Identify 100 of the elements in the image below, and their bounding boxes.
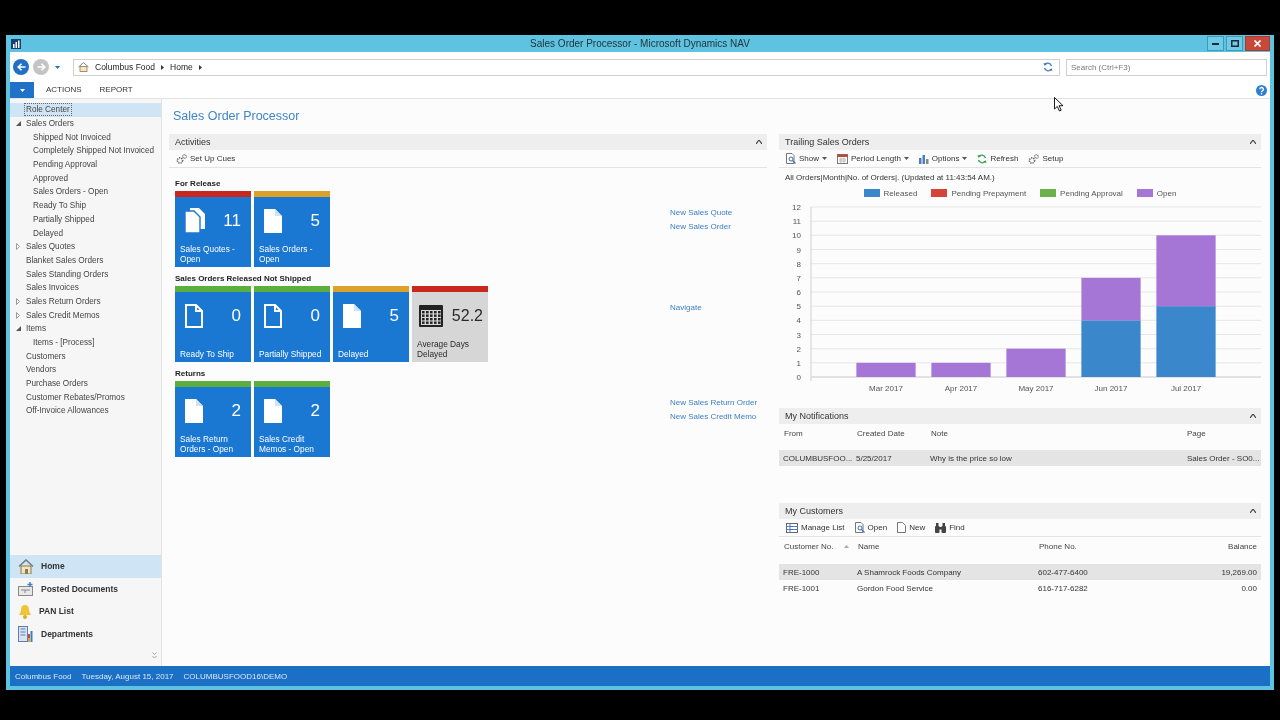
set-up-button[interactable]: Set Up Cues	[174, 153, 238, 164]
calendar-icon	[837, 153, 848, 164]
document-icon	[185, 398, 203, 423]
column-header[interactable]: Phone No.	[1039, 541, 1077, 551]
cue-tile[interactable]: 0 Ready To Ship	[175, 286, 251, 362]
maximize-button[interactable]	[1226, 36, 1243, 51]
department-item[interactable]: PAN List	[10, 600, 161, 623]
department-item[interactable]: Home	[10, 555, 161, 578]
nav-item[interactable]: Approved	[10, 171, 161, 186]
cue-tile[interactable]: 5 Sales Orders - Open	[254, 191, 330, 267]
action-link[interactable]: New Sales Quote	[670, 206, 759, 220]
cue-count: 2	[310, 400, 320, 421]
help-button[interactable]	[1256, 82, 1267, 98]
nav-item[interactable]: Customers	[10, 349, 161, 364]
nav-item[interactable]: Partially Shipped	[10, 212, 161, 227]
cue-tile[interactable]: 11 Sales Quotes - Open	[175, 191, 251, 267]
department-item[interactable]: Posted Documents	[10, 577, 161, 600]
toolbar-button[interactable]: Refresh	[975, 153, 1021, 164]
nav-item[interactable]: Sales Credit Memos	[10, 308, 161, 322]
ribbon-menu-button[interactable]	[10, 82, 34, 98]
nav-item[interactable]: Customer Rebates/Promos	[10, 390, 161, 405]
gears-icon	[176, 153, 187, 164]
nav-item[interactable]: Vendors	[10, 363, 161, 377]
nav-item[interactable]: Sales Quotes	[10, 239, 161, 254]
collapse-button[interactable]	[1250, 509, 1256, 513]
breadcrumb-link[interactable]: Home	[170, 62, 193, 72]
nav-item[interactable]: Items - [Process]	[10, 335, 161, 350]
list-icon	[786, 522, 798, 533]
nav-item[interactable]: Off-Invoice Allowances	[10, 404, 161, 418]
action-link[interactable]: New Sales Order	[670, 220, 759, 234]
action-link[interactable]: New Sales Return Order	[670, 396, 759, 410]
page-title: Sales Order Processor	[172, 108, 301, 124]
cue-tile[interactable]: 0 Partially Shipped	[254, 286, 330, 362]
history-dropdown-button[interactable]	[53, 65, 62, 69]
collapse-button[interactable]	[1250, 414, 1256, 418]
nav-item[interactable]: Purchase Orders	[10, 376, 161, 391]
refresh-button[interactable]	[1041, 62, 1055, 72]
column-header[interactable]: Balance	[1228, 541, 1257, 551]
nav-item[interactable]: Sales Orders	[10, 116, 161, 131]
breadcrumb-link[interactable]: Columbus Food	[95, 62, 155, 72]
address-field[interactable]: Columbus Food Home	[73, 58, 1060, 76]
group-label: For Release	[175, 179, 222, 189]
action-link[interactable]: Navigate	[670, 301, 759, 315]
cue-tile[interactable]: 2 Sales Credit Memos - Open	[254, 381, 330, 457]
table-row[interactable]: FRE-1001 Gordon Food Service 616-717-6282 0.00	[779, 580, 1261, 596]
back-button[interactable]	[13, 59, 29, 75]
column-header[interactable]: Customer No.	[784, 541, 834, 551]
part-title: My Customers	[785, 506, 843, 516]
axis-label: 3	[796, 330, 801, 340]
cue-tile[interactable]: 52.2 Average Days Delayed	[412, 286, 488, 362]
table-cell-text: Why is the price so low	[930, 453, 1013, 463]
nav-item[interactable]: Sales Invoices	[10, 280, 161, 295]
nav-item[interactable]: Items	[10, 322, 161, 336]
column-header[interactable]: Name	[858, 541, 880, 551]
cue-tile[interactable]: 2 Sales Return Orders - Open	[175, 381, 251, 457]
nav-item[interactable]: Completely Shipped Not Invoiced	[10, 144, 161, 158]
table-row[interactable]: FRE-1000 A Shamrock Foods Company 602-477-6400 19,269.00	[779, 564, 1261, 580]
table-cell-text: 602-477-6400	[1038, 567, 1089, 577]
nav-item[interactable]: Pending Approval	[10, 157, 161, 172]
toolbar-button[interactable]: Open	[852, 522, 890, 533]
axis-label: 8	[796, 259, 801, 269]
nav-item[interactable]: Sales Orders - Open	[10, 185, 161, 199]
ribbon-tab[interactable]: REPORT	[90, 82, 142, 98]
bell-icon	[18, 603, 32, 619]
legend-label: Pending Approval	[1060, 188, 1123, 198]
collapse-button[interactable]	[756, 140, 762, 144]
close-button[interactable]	[1245, 36, 1270, 51]
toolbar-button[interactable]: Period Length	[835, 153, 911, 164]
toolbar-button[interactable]: Find	[933, 522, 967, 533]
minimize-icon	[1212, 42, 1219, 45]
legend-label: Pending Prepayment	[951, 188, 1027, 198]
document-search-icon	[786, 153, 796, 164]
documents-icon	[185, 208, 205, 233]
search-field[interactable]: Search (Ctrl+F3)	[1066, 58, 1267, 76]
building-icon	[18, 625, 34, 642]
nav-item[interactable]: Sales Standing Orders	[10, 267, 161, 281]
collapse-button[interactable]	[1250, 140, 1256, 144]
toolbar-button[interactable]: Setup	[1026, 153, 1066, 164]
house-icon	[78, 62, 89, 72]
toolbar-button[interactable]: Manage List	[784, 522, 847, 533]
document-icon	[264, 398, 282, 423]
nav-item[interactable]: Sales Return Orders	[10, 294, 161, 309]
action-link[interactable]: New Sales Credit Memo	[670, 410, 759, 424]
toolbar-button[interactable]: Options	[916, 153, 970, 164]
nav-item[interactable]: Shipped Not Invoiced	[10, 130, 161, 145]
nav-item[interactable]: Blanket Sales Orders	[10, 253, 161, 268]
nav-item[interactable]: Delayed	[10, 226, 161, 240]
toolbar-button[interactable]: New	[895, 522, 928, 533]
chevron-up-icon	[1250, 414, 1256, 418]
table-cell-text: Gordon Food Service	[857, 583, 935, 593]
ribbon-tab[interactable]: ACTIONS	[37, 82, 91, 98]
department-item[interactable]: Departments	[10, 622, 161, 645]
cue-tile[interactable]: 5 Delayed	[333, 286, 409, 362]
nav-item[interactable]: Role Center	[10, 103, 161, 117]
nav-item[interactable]: Ready To Ship	[10, 198, 161, 213]
toolbar-button[interactable]: Show	[784, 153, 829, 164]
minimize-button[interactable]	[1207, 36, 1224, 51]
axis-label: Mar 2017	[869, 384, 903, 393]
table-row[interactable]: COLUMBUSFOO... 5/25/2017 Why is the price so low Sales Order - SO0...	[779, 450, 1261, 466]
status-text: COLUMBUSFOOD16\DEMO	[183, 671, 288, 681]
